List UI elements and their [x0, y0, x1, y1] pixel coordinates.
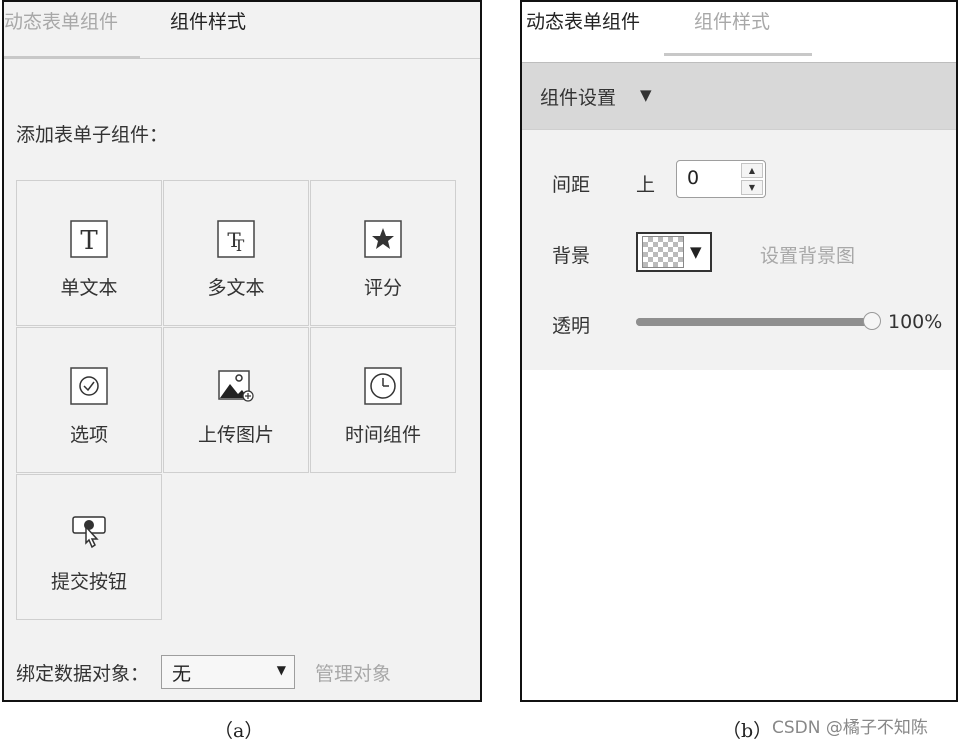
tab-component-style[interactable]: 组件样式	[170, 8, 246, 56]
component-label: 评分	[363, 277, 402, 299]
add-subcomponents-label: 添加表单子组件：	[16, 124, 169, 146]
manage-objects-link[interactable]: 管理对象	[315, 659, 391, 686]
component-label: 选项	[69, 424, 108, 446]
background-label: 背景	[552, 245, 591, 267]
multi-text-icon: TT	[216, 219, 256, 259]
component-single-text[interactable]: T 单文本	[16, 180, 162, 326]
caption-b: （b）	[722, 720, 773, 742]
tab-component-style[interactable]: 组件样式	[694, 8, 770, 56]
opacity-value: 100%	[888, 311, 943, 333]
stepper-buttons: ▲ ▼	[741, 163, 763, 195]
set-background-image-link[interactable]: 设置背景图	[760, 241, 855, 268]
component-time[interactable]: 时间组件	[310, 327, 456, 473]
transparent-swatch-icon	[642, 236, 684, 268]
component-label: 多文本	[207, 277, 265, 299]
spacing-side-label: 上	[636, 174, 656, 196]
component-label: 上传图片	[197, 424, 274, 446]
bind-data-object-select[interactable]: 无 ▼	[161, 655, 296, 689]
component-option[interactable]: 选项	[16, 327, 162, 473]
select-value: 无	[172, 662, 192, 685]
tab-underline	[664, 53, 812, 56]
component-label: 提交按钮	[50, 571, 127, 593]
spacing-top-value: 0	[687, 167, 700, 189]
component-label: 单文本	[60, 277, 118, 299]
watermark: CSDN @橘子不知陈	[772, 718, 928, 738]
component-label: 时间组件	[344, 424, 421, 446]
submit-button-icon	[69, 513, 109, 553]
svg-text:T: T	[234, 236, 245, 255]
component-settings-header[interactable]: 组件设置 ▼	[522, 62, 956, 130]
bind-data-object-row: 绑定数据对象： 无 ▼ 管理对象	[16, 654, 391, 690]
spacing-top-stepper[interactable]: 0 ▲ ▼	[676, 160, 766, 198]
component-rating[interactable]: 评分	[310, 180, 456, 326]
single-text-icon: T	[69, 219, 109, 259]
caret-down-icon: ▼	[640, 86, 652, 104]
rating-star-icon	[363, 219, 403, 259]
spacing-label: 间距	[552, 174, 591, 196]
component-multi-text[interactable]: TT 多文本	[163, 180, 309, 326]
opacity-slider-handle[interactable]	[863, 312, 881, 330]
opacity-slider-fill	[636, 318, 872, 326]
increment-icon[interactable]: ▲	[741, 163, 763, 178]
section-header-title: 组件设置	[540, 87, 617, 109]
chevron-down-icon: ▼	[690, 243, 702, 261]
tab-bar: 动态表单组件 组件样式	[522, 2, 956, 58]
component-upload-image[interactable]: 上传图片	[163, 327, 309, 473]
upload-image-icon	[216, 366, 256, 406]
option-check-icon	[69, 366, 109, 406]
clock-icon	[363, 366, 403, 406]
chevron-down-icon: ▼	[276, 663, 287, 677]
tab-dynamic-form-components[interactable]: 动态表单组件	[4, 8, 118, 56]
opacity-slider[interactable]	[636, 312, 881, 330]
decrement-icon[interactable]: ▼	[741, 180, 763, 195]
svg-text:T: T	[80, 226, 98, 256]
tab-dynamic-form-components[interactable]: 动态表单组件	[526, 8, 640, 56]
panel-a-form-components: 动态表单组件 组件样式 添加表单子组件： T 单文本 TT 多文本 评分 选项 …	[2, 0, 482, 702]
background-color-picker[interactable]: ▼	[636, 232, 712, 272]
caption-a: （a）	[214, 720, 264, 742]
tab-bar: 动态表单组件 组件样式	[4, 2, 480, 59]
tab-underline	[4, 56, 140, 59]
panel-b-component-style: 动态表单组件 组件样式 组件设置 ▼ 间距 上 0 ▲ ▼ 背景 ▼ 设置背景图…	[520, 0, 958, 702]
opacity-label: 透明	[552, 315, 591, 337]
component-submit-button[interactable]: 提交按钮	[16, 474, 162, 620]
bind-data-object-label: 绑定数据对象：	[16, 662, 150, 685]
